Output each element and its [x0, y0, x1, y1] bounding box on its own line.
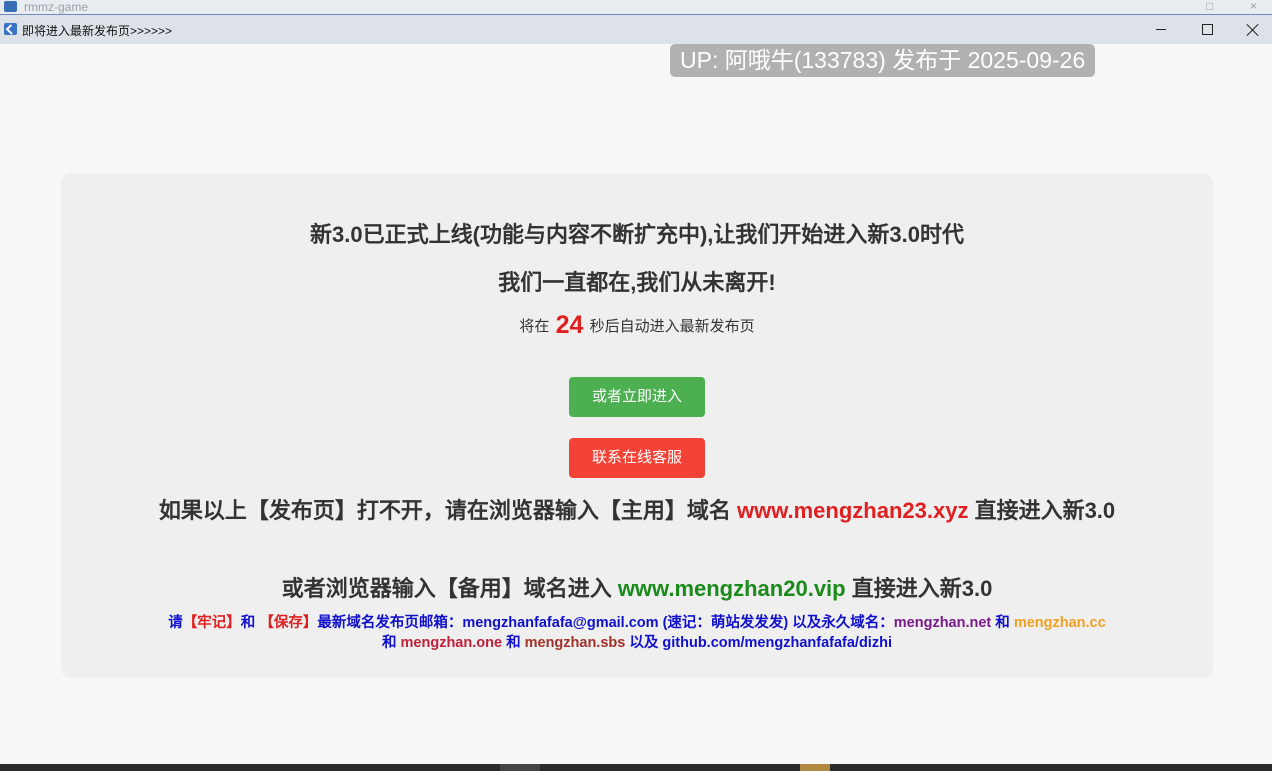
backup-domain-notice: 或者浏览器输入【备用】域名进入 www.mengzhan20.vip 直接进入新…: [61, 571, 1213, 603]
footer-and-3: 和: [502, 635, 525, 651]
save-label: 【保存】: [259, 615, 318, 631]
background-window-titlebar: rmmz-game □ ×: [0, 0, 1272, 15]
maximize-icon: □: [1206, 0, 1214, 13]
footer-github[interactable]: 以及 github.com/mengzhanfafafa/dizhi: [625, 635, 892, 651]
footer-text-3: 最新域名发布页邮箱：mengzhanfafafa@gmail.com (速记：萌…: [317, 615, 894, 631]
countdown-suffix: 秒后自动进入最新发布页: [589, 318, 755, 335]
taskbar-strip: [0, 764, 1272, 771]
countdown-text: 将在 24 秒后自动进入最新发布页: [61, 311, 1213, 340]
window-title: 即将进入最新发布页>>>>>>: [22, 24, 173, 38]
backup-text-after: 直接进入新3.0: [845, 576, 993, 601]
announcement-panel: 新3.0已正式上线(功能与内容不断扩充中),让我们开始进入新3.0时代 我们一直…: [61, 173, 1213, 678]
footer-text-1: 请: [168, 615, 183, 631]
primary-domain-link[interactable]: www.mengzhan23.xyz: [737, 498, 968, 523]
app-icon: [4, 1, 17, 12]
countdown-seconds: 24: [555, 311, 584, 339]
window-titlebar[interactable]: 即将进入最新发布页>>>>>>: [0, 15, 1272, 44]
domain-mengzhan-one[interactable]: mengzhan.one: [401, 635, 503, 651]
domain-mengzhan-cc[interactable]: mengzhan.cc: [1014, 615, 1106, 631]
domain-mengzhan-net[interactable]: mengzhan.net: [894, 615, 991, 631]
remember-label: 【牢记】: [182, 615, 241, 631]
maximize-button[interactable]: [1184, 15, 1230, 44]
background-window-title: rmmz-game: [24, 0, 89, 14]
headline-slogan: 我们一直都在,我们从未离开!: [498, 270, 776, 295]
contact-support-button[interactable]: 联系在线客服: [569, 438, 705, 478]
countdown-prefix: 将在: [519, 318, 550, 335]
backup-text-before: 或者浏览器输入【备用】域名进入: [281, 576, 618, 601]
headline-launch: 新3.0已正式上线(功能与内容不断扩充中),让我们开始进入新3.0时代: [310, 222, 964, 247]
uploader-watermark: UP: 阿哦牛(133783) 发布于 2025-09-26: [670, 44, 1096, 77]
backup-domain-link[interactable]: www.mengzhan20.vip: [618, 576, 846, 601]
footer-and-1: 和: [991, 615, 1014, 631]
permanent-domains-notice: 请【牢记】和 【保存】最新域名发布页邮箱：mengzhanfafafa@gmai…: [161, 613, 1113, 653]
taskbar-item[interactable]: [800, 764, 830, 771]
taskbar-item[interactable]: [500, 764, 540, 771]
close-icon: [1247, 24, 1259, 36]
domain-mengzhan-sbs[interactable]: mengzhan.sbs: [525, 635, 626, 651]
minimize-icon: [1156, 29, 1166, 30]
primary-text-before: 如果以上【发布页】打不开，请在浏览器输入【主用】域名: [158, 498, 737, 523]
close-button[interactable]: [1230, 15, 1272, 44]
footer-text-2: 和: [240, 615, 260, 631]
primary-domain-notice: 如果以上【发布页】打不开，请在浏览器输入【主用】域名 www.mengzhan2…: [121, 497, 1153, 524]
app-icon: [4, 23, 17, 35]
primary-text-after: 直接进入新3.0: [968, 498, 1116, 523]
close-icon: ×: [1250, 0, 1258, 13]
maximize-icon: [1201, 24, 1213, 35]
minimize-button[interactable]: [1138, 15, 1184, 44]
main-window: 即将进入最新发布页>>>>>> UP: 阿哦牛(133783) 发布于 2025…: [0, 14, 1272, 765]
footer-and-2: 和: [382, 635, 401, 651]
enter-now-button[interactable]: 或者立即进入: [569, 377, 705, 417]
